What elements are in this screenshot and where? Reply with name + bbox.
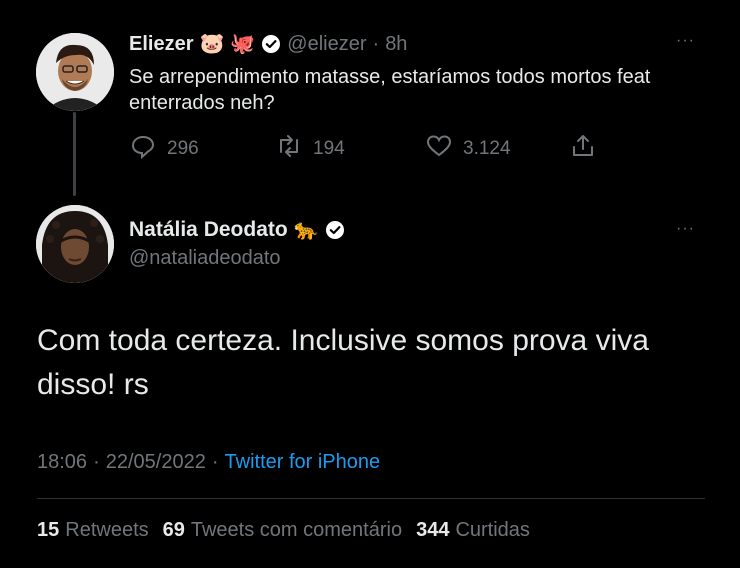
- like-count: 3.124: [463, 138, 511, 159]
- retweets-stat[interactable]: 15 Retweets: [37, 519, 149, 542]
- leopard-emoji: 🐆: [293, 219, 319, 241]
- likes-count: 344: [416, 519, 450, 541]
- natalia-avatar[interactable]: [36, 205, 114, 283]
- author-name[interactable]: Eliezer: [129, 33, 193, 56]
- quote-tweets-stat[interactable]: 69 Tweets com comentário: [163, 519, 402, 542]
- reply-author-name[interactable]: Natália Deodato: [129, 218, 288, 242]
- tweet-meta: 18:06 · 22/05/2022 · Twitter for iPhone: [37, 451, 380, 474]
- retweet-button[interactable]: 194: [275, 132, 345, 166]
- likes-stat[interactable]: 344 Curtidas: [416, 519, 530, 542]
- tweet-time[interactable]: 18:06: [37, 451, 87, 474]
- parent-tweet-header: Eliezer 🐷 🐙 @eliezer · 8h: [129, 29, 407, 59]
- tweet-stats: 15 Retweets 69 Tweets com comentário 344…: [37, 519, 538, 542]
- like-icon: [425, 132, 453, 166]
- dot-separator: ·: [93, 451, 100, 473]
- octopus-emoji: 🐙: [230, 33, 256, 55]
- retweets-label: Retweets: [65, 519, 149, 541]
- tweet-date[interactable]: 22/05/2022: [106, 451, 206, 474]
- reply-icon: [129, 132, 157, 166]
- pig-emoji: 🐷: [199, 33, 225, 55]
- eliezer-avatar[interactable]: [36, 33, 114, 111]
- retweet-count: 194: [313, 138, 345, 159]
- reply-author-handle[interactable]: @nataliadeodato: [129, 247, 281, 270]
- reply-count: 296: [167, 138, 199, 159]
- quote-tweets-count: 69: [162, 519, 185, 541]
- thread-connector-line: [73, 112, 76, 196]
- more-options-icon[interactable]: ···: [676, 32, 695, 50]
- parent-tweet-text: Se arrependimento matasse, estaríamos to…: [129, 66, 651, 114]
- verified-badge-icon: [261, 34, 281, 54]
- verified-badge-icon: [325, 220, 345, 240]
- share-icon: [569, 132, 597, 166]
- divider: [37, 498, 705, 499]
- likes-label: Curtidas: [455, 519, 530, 541]
- quote-tweets-label: Tweets com comentário: [190, 519, 403, 541]
- like-button[interactable]: 3.124: [425, 132, 511, 166]
- retweets-count: 15: [37, 519, 60, 541]
- reply-author-row: Natália Deodato 🐆: [129, 215, 345, 245]
- tweet-source-link[interactable]: Twitter for iPhone: [225, 451, 381, 474]
- reply-button[interactable]: 296: [129, 132, 199, 166]
- share-button[interactable]: [569, 132, 597, 166]
- author-handle[interactable]: @eliezer: [287, 33, 366, 56]
- retweet-icon: [275, 132, 303, 166]
- reply-tweet-text: Com toda certeza. Inclusive somos prova …: [37, 324, 649, 401]
- tweet-time[interactable]: 8h: [385, 33, 407, 56]
- more-options-icon[interactable]: ···: [676, 220, 695, 238]
- dot-separator: ·: [211, 451, 219, 473]
- dot-separator: ·: [372, 32, 380, 55]
